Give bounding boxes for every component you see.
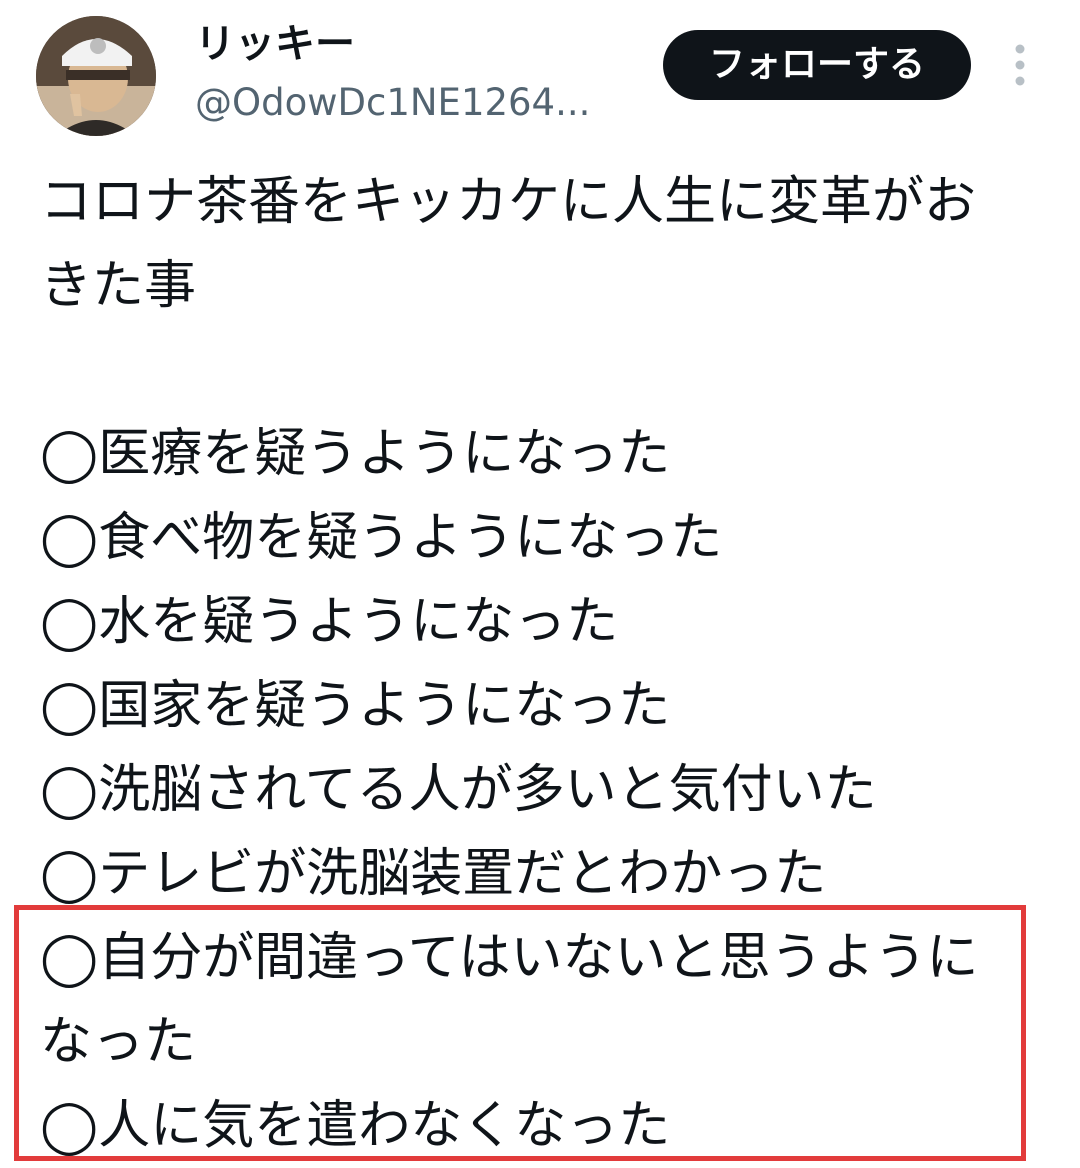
user-avatar[interactable] <box>36 16 156 136</box>
highlighted-list-item: ◯自分が間違ってはいないと思うように <box>40 928 979 988</box>
tweet-body: コロナ茶番をキッカケに人生に変革がお きた事 ◯医療を疑うようになった ◯食べ物… <box>40 160 1040 1168</box>
tweet-intro-line: きた事 <box>40 256 197 316</box>
user-display-name[interactable]: リッキー <box>195 20 355 68</box>
tweet-list-item: ◯水を疑うようになった <box>40 592 619 652</box>
tweet-list-item: ◯洗脳されてる人が多いと気付いた <box>40 760 877 820</box>
tweet-list-item: ◯テレビが洗脳装置だとわかった <box>40 844 827 904</box>
follow-button[interactable]: フォローする <box>663 30 971 100</box>
more-vertical-icon <box>1015 44 1025 86</box>
more-options-button[interactable] <box>1002 40 1038 90</box>
highlighted-list-item: なった <box>40 1012 197 1072</box>
tweet-header: リッキー @OdowDc1NE1264... フォローする <box>0 0 1080 140</box>
tweet-list-item: ◯食べ物を疑うようになった <box>40 508 723 568</box>
user-avatar-photo <box>36 16 156 136</box>
tweet-list-item: ◯医療を疑うようになった <box>40 424 671 484</box>
tweet-list-item: ◯国家を疑うようになった <box>40 676 671 736</box>
highlighted-list-item: ◯人に気を遣わなくなった <box>40 1096 671 1156</box>
tweet-intro-line: コロナ茶番をキッカケに人生に変革がお <box>40 172 977 232</box>
user-handle[interactable]: @OdowDc1NE1264... <box>195 80 590 126</box>
